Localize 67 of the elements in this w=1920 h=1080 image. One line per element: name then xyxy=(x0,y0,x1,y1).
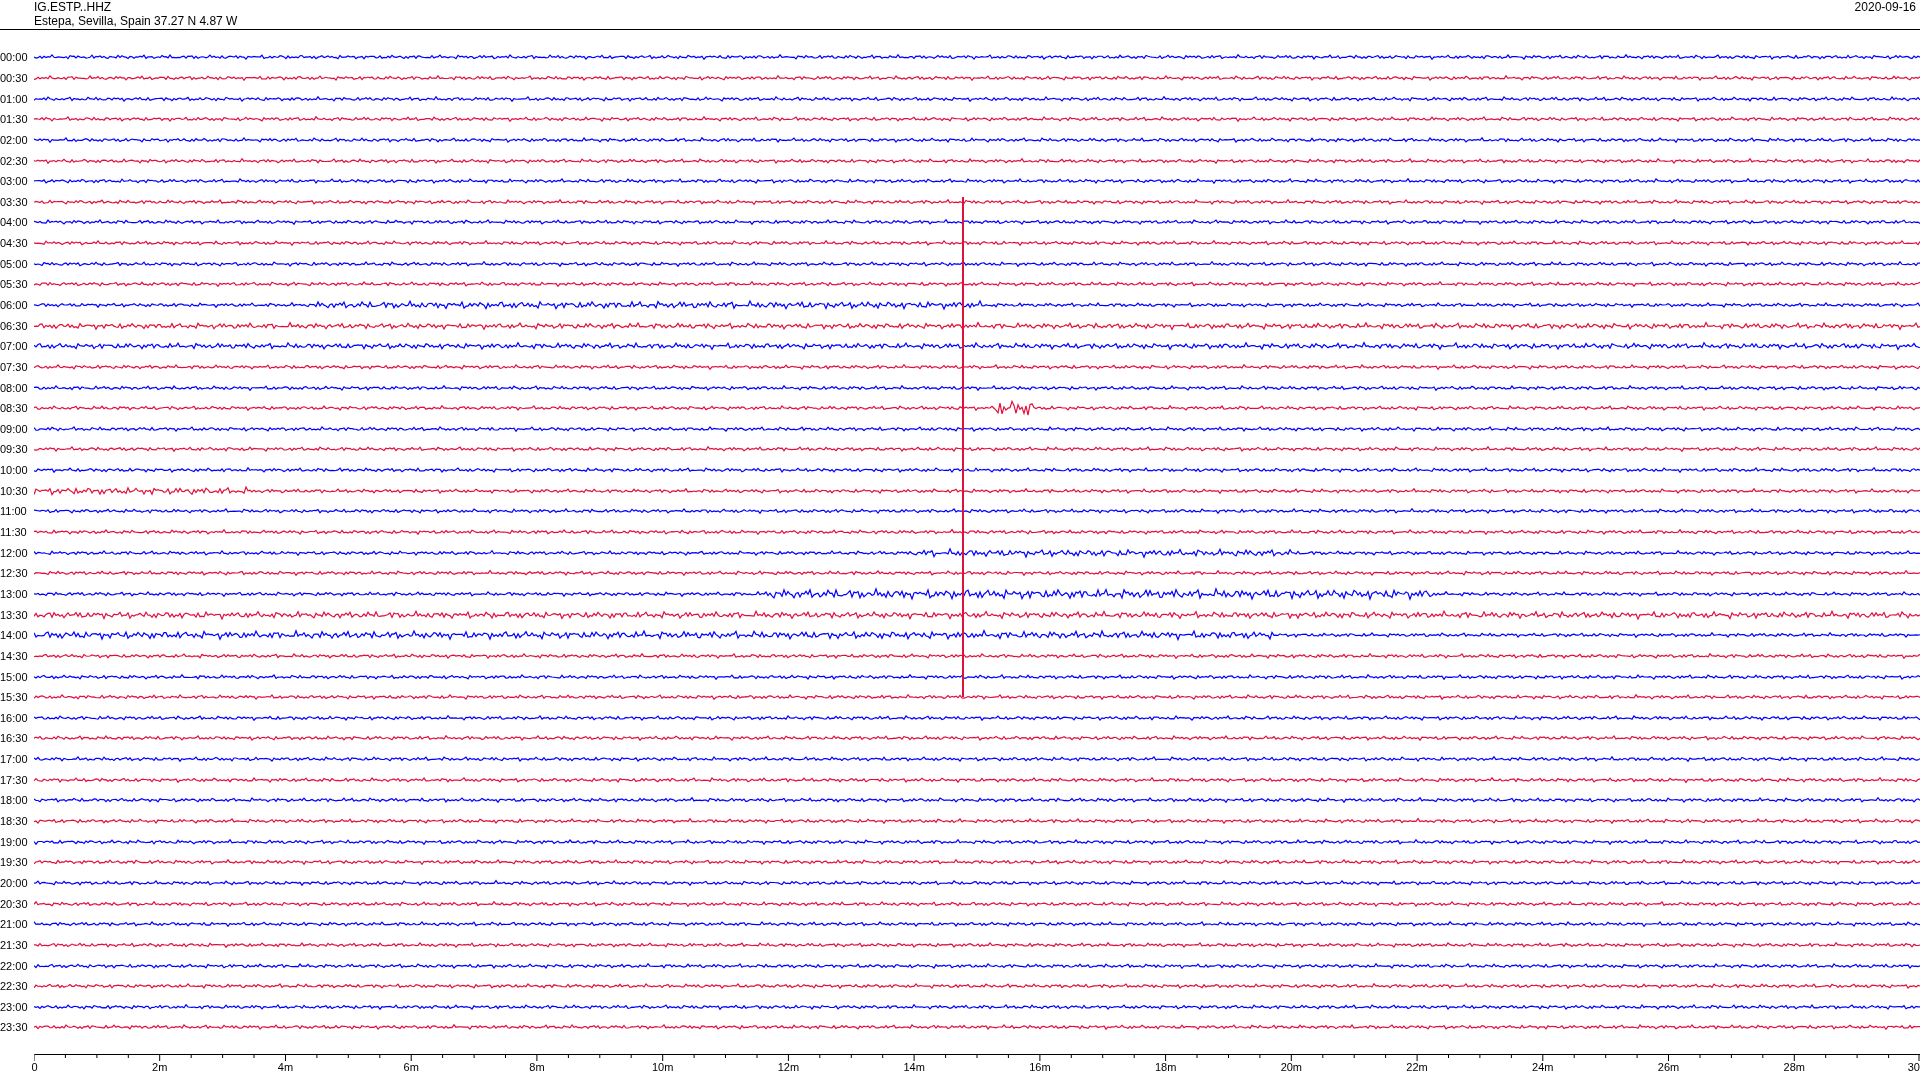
time-label: 05:30 xyxy=(0,278,29,291)
time-label: 06:00 xyxy=(0,299,29,311)
time-label: 07:30 xyxy=(0,360,29,373)
axis-tick-label: 22m xyxy=(1406,1060,1428,1073)
time-label: 14:00 xyxy=(0,629,29,642)
axis-tick-label: 4m xyxy=(277,1060,294,1073)
time-label: 00:30 xyxy=(0,71,29,84)
axis-tick-label: 6m xyxy=(403,1060,419,1073)
time-label: 02:30 xyxy=(0,154,29,167)
time-label: 15:30 xyxy=(0,691,29,704)
axis-tick-label: 24m xyxy=(1532,1060,1554,1073)
time-label: 22:00 xyxy=(0,959,29,972)
axis-tick-label: 28m xyxy=(1783,1060,1805,1073)
time-label: 21:00 xyxy=(0,918,29,931)
time-label: 15:00 xyxy=(0,670,29,683)
axis-tick-label: 18m xyxy=(1154,1060,1177,1073)
time-label: 09:00 xyxy=(0,422,29,435)
time-label: 17:00 xyxy=(0,753,29,766)
time-label: 23:30 xyxy=(0,1021,29,1034)
time-label: 16:30 xyxy=(0,732,29,745)
time-label: 23:00 xyxy=(0,1000,29,1013)
axis-tick-label: 26m xyxy=(1657,1060,1680,1073)
axis-tick-label: 2m xyxy=(152,1060,168,1073)
axis-tick-label: 0 xyxy=(31,1060,38,1073)
time-label: 08:30 xyxy=(0,402,29,415)
time-label: 14:30 xyxy=(0,649,29,662)
time-label: 18:30 xyxy=(0,815,29,827)
axis-tick-label: 30 xyxy=(1907,1060,1920,1073)
time-label: 08:00 xyxy=(0,381,29,394)
time-label: 11:30 xyxy=(0,526,28,539)
station-code: IG.ESTP..HHZ xyxy=(34,0,113,14)
time-label: 11:00 xyxy=(0,505,28,518)
axis-tick-label: 10m xyxy=(651,1060,674,1073)
time-label: 01:00 xyxy=(0,92,29,105)
time-label: 10:30 xyxy=(0,484,29,497)
time-label: 03:30 xyxy=(0,195,29,208)
time-label: 19:00 xyxy=(0,835,29,848)
time-label: 16:00 xyxy=(0,711,29,724)
time-label: 04:00 xyxy=(0,216,29,229)
record-date: 2020-09-16 xyxy=(1854,0,1916,14)
axis-tick-label: 20m xyxy=(1280,1060,1303,1073)
axis-tick-label: 14m xyxy=(903,1060,925,1073)
axis-tick-label: 8m xyxy=(529,1060,545,1073)
time-label: 17:30 xyxy=(0,773,29,786)
time-label: 19:30 xyxy=(0,856,29,869)
time-label: 05:00 xyxy=(0,257,29,270)
time-label: 21:30 xyxy=(0,938,29,951)
axis-tick-label: 12m xyxy=(777,1060,800,1073)
time-label: 12:30 xyxy=(0,567,29,580)
time-label: 01:30 xyxy=(0,113,29,126)
time-label: 04:30 xyxy=(0,237,29,250)
time-label: 12:00 xyxy=(0,546,29,559)
time-label: 13:00 xyxy=(0,587,29,600)
time-label: 09:30 xyxy=(0,443,29,456)
time-label: 03:00 xyxy=(0,175,29,188)
time-label: 22:30 xyxy=(0,980,29,993)
time-label: 18:00 xyxy=(0,794,29,807)
axis-tick-label: 16m xyxy=(1029,1060,1051,1073)
time-label: 10:00 xyxy=(0,464,29,477)
time-label: 20:30 xyxy=(0,897,29,910)
time-label: 13:30 xyxy=(0,608,29,621)
time-label: 02:00 xyxy=(0,133,29,146)
time-label: 00:00 xyxy=(0,51,29,64)
station-location: Estepa, Sevilla, Spain 37.27 N 4.87 W xyxy=(34,14,238,28)
time-label: 20:00 xyxy=(0,876,29,889)
time-label: 06:30 xyxy=(0,319,29,332)
time-label: 07:00 xyxy=(0,340,29,353)
